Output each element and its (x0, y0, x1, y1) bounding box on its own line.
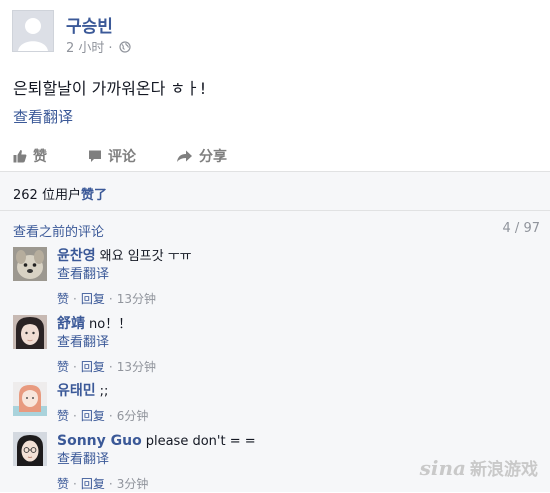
comment-like-link[interactable]: 赞 (57, 360, 69, 374)
comment-body: 윤찬영 왜요 임프갓 ㅜㅠ 查看翻译 赞 · 回复 · 13分钟 (57, 247, 537, 308)
commenter-name[interactable]: 윤찬영 (57, 248, 96, 264)
comment-text: please don't = = (145, 434, 256, 449)
commenter-avatar[interactable] (13, 247, 47, 281)
comment-time[interactable]: 13分钟 (117, 292, 156, 306)
share-button[interactable]: 分享 (176, 146, 227, 166)
girl-photo-avatar-icon (13, 315, 47, 349)
commenter-avatar[interactable] (13, 315, 47, 349)
comment-text: 왜요 임프갓 ㅜㅠ (99, 249, 192, 264)
separator: · (73, 292, 77, 306)
separator: · (73, 477, 77, 491)
comment-reply-link[interactable]: 回复 (81, 409, 105, 423)
post-actions-bar: 赞 评论 分享 (0, 140, 550, 170)
comment-translate-link[interactable]: 查看翻译 (57, 266, 537, 284)
comment-like-link[interactable]: 赞 (57, 477, 69, 491)
comment-reply-link[interactable]: 回复 (81, 292, 105, 306)
comment-like-link[interactable]: 赞 (57, 292, 69, 306)
commenter-name[interactable]: 舒靖 (57, 316, 85, 332)
post-translate-link[interactable]: 查看翻译 (13, 106, 73, 127)
anime-photo-avatar-icon (13, 382, 47, 416)
dog-photo-avatar-icon (13, 247, 47, 281)
comment-button-label: 评论 (108, 149, 136, 165)
view-previous-comments-link[interactable]: 查看之前的评论 (13, 221, 104, 240)
comment-actions: 赞 · 回复 · 13分钟 (57, 358, 537, 376)
separator: · (73, 360, 77, 374)
separator: · (108, 477, 113, 491)
post-text: 은퇴할날이 가까워온다 ㅎㅏ! (13, 79, 207, 98)
commenter-name[interactable]: 유태민 (57, 383, 96, 399)
likes-verb: 赞了 (80, 188, 107, 203)
like-button[interactable]: 赞 (13, 146, 47, 166)
comment-time[interactable]: 13分钟 (117, 360, 156, 374)
comment-reply-link[interactable]: 回复 (81, 360, 105, 374)
sina-logo-icon: sina (419, 455, 466, 480)
comment-bubble-icon (89, 150, 101, 162)
comment-time[interactable]: 3分钟 (117, 477, 149, 491)
comment-translate-link[interactable]: 查看翻译 (57, 334, 537, 352)
divider (0, 210, 550, 211)
default-avatar-icon (13, 11, 53, 51)
facebook-post: 구승빈 2 小时 · 은퇴할날이 가까워온다 ㅎㅏ! 查看翻译 赞 评论 分享 (0, 0, 550, 492)
commenter-avatar[interactable] (13, 432, 47, 466)
thumbs-up-icon (13, 149, 27, 163)
comment-body: 舒靖 no！！ 查看翻译 赞 · 回复 · 13分钟 (57, 315, 537, 376)
post-time[interactable]: 2 小时 (66, 41, 104, 56)
comment-body: 유태민;; 赞 · 回复 · 6分钟 (57, 382, 537, 425)
comments-section: 262 位用户赞了 查看之前的评论 4 / 97 윤찬영왜요 임프갓 ㅜㅠ 查 (0, 171, 550, 492)
share-button-label: 分享 (199, 149, 227, 165)
author-avatar[interactable] (12, 10, 54, 52)
comment-button[interactable]: 评论 (88, 146, 136, 166)
post-author-name[interactable]: 구승빈 (66, 12, 113, 37)
meta-separator: · (108, 41, 113, 56)
comment-reply-link[interactable]: 回复 (81, 477, 105, 491)
comments-page-count: 4 / 97 (502, 221, 540, 236)
likes-count-text: 262 位用户 (13, 188, 81, 203)
comment-like-link[interactable]: 赞 (57, 409, 69, 423)
separator: · (73, 409, 77, 423)
commenter-name[interactable]: Sonny Guo (57, 433, 142, 449)
like-button-label: 赞 (33, 149, 47, 165)
person-photo-avatar-icon (13, 432, 47, 466)
comment-text: no！！ (89, 317, 132, 332)
comment-actions: 赞 · 回复 · 6分钟 (57, 407, 537, 425)
likes-summary[interactable]: 262 位用户赞了 (13, 184, 107, 203)
comment-actions: 赞 · 回复 · 13分钟 (57, 290, 537, 308)
commenter-avatar[interactable] (13, 382, 47, 416)
sina-watermark: sina 新浪游戏 (419, 455, 538, 481)
globe-icon[interactable] (118, 40, 131, 57)
watermark-text: 新浪游戏 (470, 460, 538, 480)
comment-time[interactable]: 6分钟 (117, 409, 149, 423)
separator: · (108, 409, 113, 423)
post-meta: 2 小时 · (66, 37, 131, 57)
comment-text: ;; (99, 384, 109, 399)
share-arrow-icon (177, 150, 192, 162)
separator: · (108, 360, 113, 374)
separator: · (108, 292, 113, 306)
